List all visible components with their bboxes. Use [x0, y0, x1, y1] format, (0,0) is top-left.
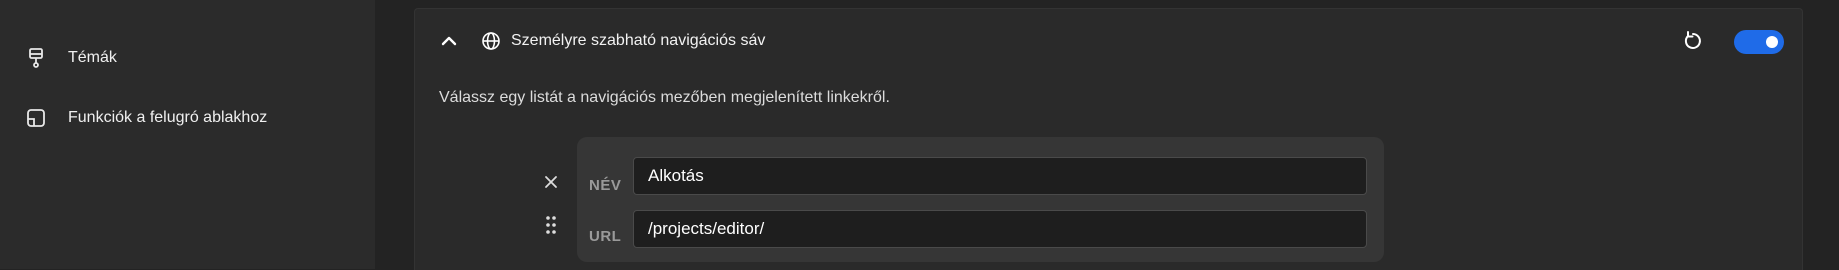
sidebar: Témák Funkciók a felugró ablakhoz: [0, 0, 375, 269]
card-description: Válassz egy listát a navigációs mezőben …: [439, 89, 890, 106]
sidebar-item-label: Funkciók a felugró ablakhoz: [68, 109, 268, 126]
name-input[interactable]: [633, 157, 1367, 195]
card-header: Személyre szabható navigációs sáv: [415, 9, 1802, 73]
globe-icon: [481, 31, 501, 51]
card-title: Személyre szabható navigációs sáv: [511, 32, 766, 49]
toggle-knob: [1766, 36, 1778, 48]
popup-window-icon: [26, 108, 46, 128]
drag-handle-icon[interactable]: [546, 216, 556, 239]
remove-icon[interactable]: [544, 175, 558, 194]
nav-link-entry: NÉV URL: [577, 137, 1384, 262]
main-content: Személyre szabható navigációs sáv Válass…: [375, 0, 1839, 270]
brush-icon: [26, 48, 46, 68]
sidebar-item-popup-functions[interactable]: Funkciók a felugró ablakhoz: [26, 108, 267, 128]
url-input[interactable]: [633, 210, 1367, 248]
name-label: NÉV: [589, 177, 622, 194]
reset-icon[interactable]: [1682, 30, 1704, 52]
chevron-up-icon[interactable]: [439, 31, 459, 51]
sidebar-item-themes[interactable]: Témák: [26, 48, 117, 68]
feature-toggle[interactable]: [1734, 30, 1784, 54]
navbar-settings-card: Személyre szabható navigációs sáv Válass…: [414, 8, 1803, 270]
url-label: URL: [589, 228, 622, 245]
sidebar-item-label: Témák: [68, 49, 117, 66]
